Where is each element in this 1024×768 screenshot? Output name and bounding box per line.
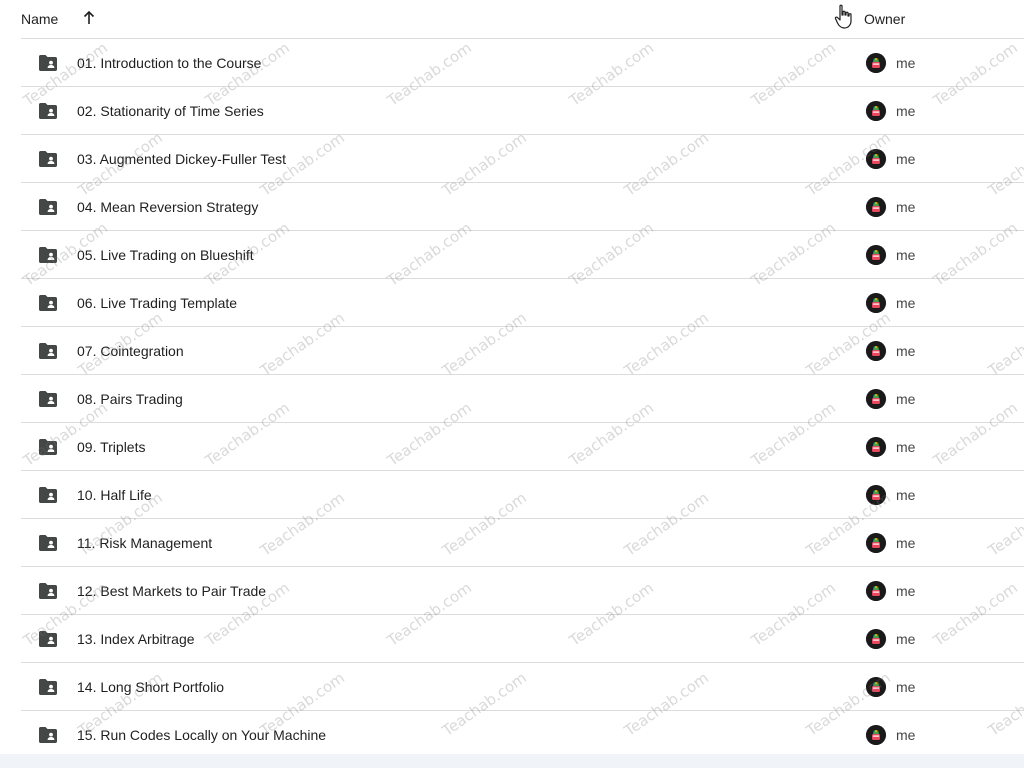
- owner-name: me: [896, 439, 916, 455]
- arrow-up-icon[interactable]: [80, 9, 98, 27]
- owner-name: me: [896, 391, 916, 407]
- bottom-band: [0, 754, 1024, 768]
- list-header: Name Owner: [0, 0, 1024, 38]
- user-avatar[interactable]: [866, 245, 886, 265]
- file-name: 13. Index Arbitrage: [77, 631, 195, 647]
- file-name: 01. Introduction to the Course: [77, 55, 262, 71]
- user-avatar[interactable]: [866, 485, 886, 505]
- shared-folder-icon: [38, 246, 58, 264]
- file-name: 08. Pairs Trading: [77, 391, 183, 407]
- owner-name: me: [896, 295, 916, 311]
- drive-file-list: Name Owner 01. Introduction to the Cours…: [0, 0, 1024, 768]
- owner-name: me: [896, 55, 916, 71]
- shared-folder-icon: [38, 726, 58, 744]
- shared-folder-icon: [38, 390, 58, 408]
- owner-name: me: [896, 727, 916, 743]
- shared-folder-icon: [38, 150, 58, 168]
- user-avatar[interactable]: [866, 389, 886, 409]
- file-name: 06. Live Trading Template: [77, 295, 238, 311]
- user-avatar[interactable]: [866, 581, 886, 601]
- list-item[interactable]: 11. Risk Management me: [21, 519, 1024, 567]
- file-rows: 01. Introduction to the Course me 02. St…: [0, 39, 1024, 759]
- file-name: 02. Stationarity of Time Series: [77, 103, 264, 119]
- owner-name: me: [896, 487, 916, 503]
- hand-pointer-cursor-icon: [834, 4, 854, 30]
- user-avatar[interactable]: [866, 725, 886, 745]
- user-avatar[interactable]: [866, 533, 886, 553]
- shared-folder-icon: [38, 438, 58, 456]
- user-avatar[interactable]: [866, 101, 886, 121]
- user-avatar[interactable]: [866, 437, 886, 457]
- shared-folder-icon: [38, 198, 58, 216]
- owner-name: me: [896, 151, 916, 167]
- file-name: 07. Cointegration: [77, 343, 184, 359]
- file-name: 03. Augmented Dickey-Fuller Test: [77, 151, 287, 167]
- owner-name: me: [896, 535, 916, 551]
- list-item[interactable]: 14. Long Short Portfolio me: [21, 663, 1024, 711]
- owner-column-header[interactable]: Owner: [864, 11, 905, 27]
- user-avatar[interactable]: [866, 677, 886, 697]
- file-name: 04. Mean Reversion Strategy: [77, 199, 259, 215]
- shared-folder-icon: [38, 342, 58, 360]
- shared-folder-icon: [38, 294, 58, 312]
- shared-folder-icon: [38, 630, 58, 648]
- name-column-header[interactable]: Name: [21, 11, 58, 27]
- shared-folder-icon: [38, 102, 58, 120]
- shared-folder-icon: [38, 534, 58, 552]
- list-item[interactable]: 10. Half Life me: [21, 471, 1024, 519]
- owner-name: me: [896, 247, 916, 263]
- owner-name: me: [896, 631, 916, 647]
- user-avatar[interactable]: [866, 293, 886, 313]
- owner-name: me: [896, 199, 916, 215]
- list-item[interactable]: 05. Live Trading on Blueshift me: [21, 231, 1024, 279]
- user-avatar[interactable]: [866, 341, 886, 361]
- file-name: 14. Long Short Portfolio: [77, 679, 225, 695]
- file-name: 11. Risk Management: [77, 535, 213, 551]
- shared-folder-icon: [38, 678, 58, 696]
- list-item[interactable]: 15. Run Codes Locally on Your Machine me: [21, 711, 1024, 759]
- owner-name: me: [896, 679, 916, 695]
- owner-name: me: [896, 583, 916, 599]
- user-avatar[interactable]: [866, 149, 886, 169]
- owner-name: me: [896, 103, 916, 119]
- shared-folder-icon: [38, 54, 58, 72]
- list-item[interactable]: 12. Best Markets to Pair Trade me: [21, 567, 1024, 615]
- list-item[interactable]: 04. Mean Reversion Strategy me: [21, 183, 1024, 231]
- user-avatar[interactable]: [866, 53, 886, 73]
- file-name: 15. Run Codes Locally on Your Machine: [77, 727, 327, 743]
- shared-folder-icon: [38, 582, 58, 600]
- file-name: 12. Best Markets to Pair Trade: [77, 583, 267, 599]
- list-item[interactable]: 08. Pairs Trading me: [21, 375, 1024, 423]
- list-item[interactable]: 06. Live Trading Template me: [21, 279, 1024, 327]
- user-avatar[interactable]: [866, 197, 886, 217]
- list-item[interactable]: 13. Index Arbitrage me: [21, 615, 1024, 663]
- shared-folder-icon: [38, 486, 58, 504]
- user-avatar[interactable]: [866, 629, 886, 649]
- file-name: 09. Triplets: [77, 439, 146, 455]
- file-name: 10. Half Life: [77, 487, 152, 503]
- list-item[interactable]: 02. Stationarity of Time Series me: [21, 87, 1024, 135]
- list-item[interactable]: 09. Triplets me: [21, 423, 1024, 471]
- file-name: 05. Live Trading on Blueshift: [77, 247, 254, 263]
- list-item[interactable]: 07. Cointegration me: [21, 327, 1024, 375]
- owner-name: me: [896, 343, 916, 359]
- list-item[interactable]: 03. Augmented Dickey-Fuller Test me: [21, 135, 1024, 183]
- list-item[interactable]: 01. Introduction to the Course me: [21, 39, 1024, 87]
